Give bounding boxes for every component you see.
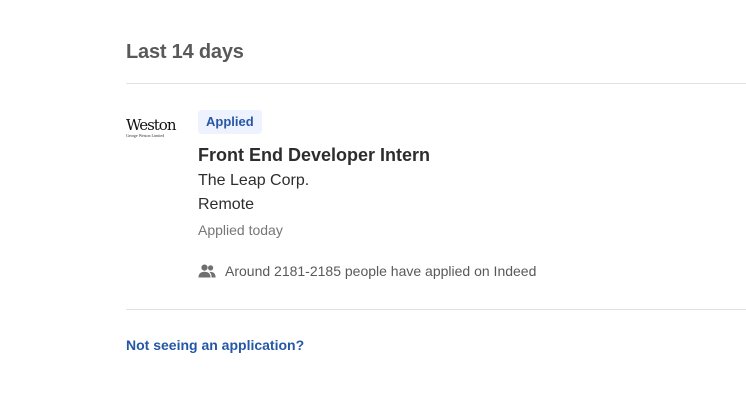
job-title[interactable]: Front End Developer Intern	[198, 145, 430, 166]
people-icon	[198, 264, 216, 278]
job-location: Remote	[198, 196, 255, 213]
applicant-count: Around 2181-2185 people have applied on …	[198, 263, 536, 279]
section-divider	[126, 83, 746, 84]
company-logo: Weston George Weston Limited	[126, 116, 177, 140]
footer-divider	[126, 309, 746, 310]
section-title: Last 14 days	[126, 41, 244, 63]
applications-page: Last 14 days Weston George Weston Limite…	[0, 0, 746, 419]
not-seeing-application-link[interactable]: Not seeing an application?	[126, 337, 304, 353]
logo-wordmark: Weston	[126, 116, 177, 134]
company-name: The Leap Corp.	[198, 172, 310, 189]
status-badge: Applied	[198, 110, 262, 134]
application-status: Applied today	[198, 222, 283, 238]
applicant-count-text: Around 2181-2185 people have applied on …	[225, 263, 537, 279]
